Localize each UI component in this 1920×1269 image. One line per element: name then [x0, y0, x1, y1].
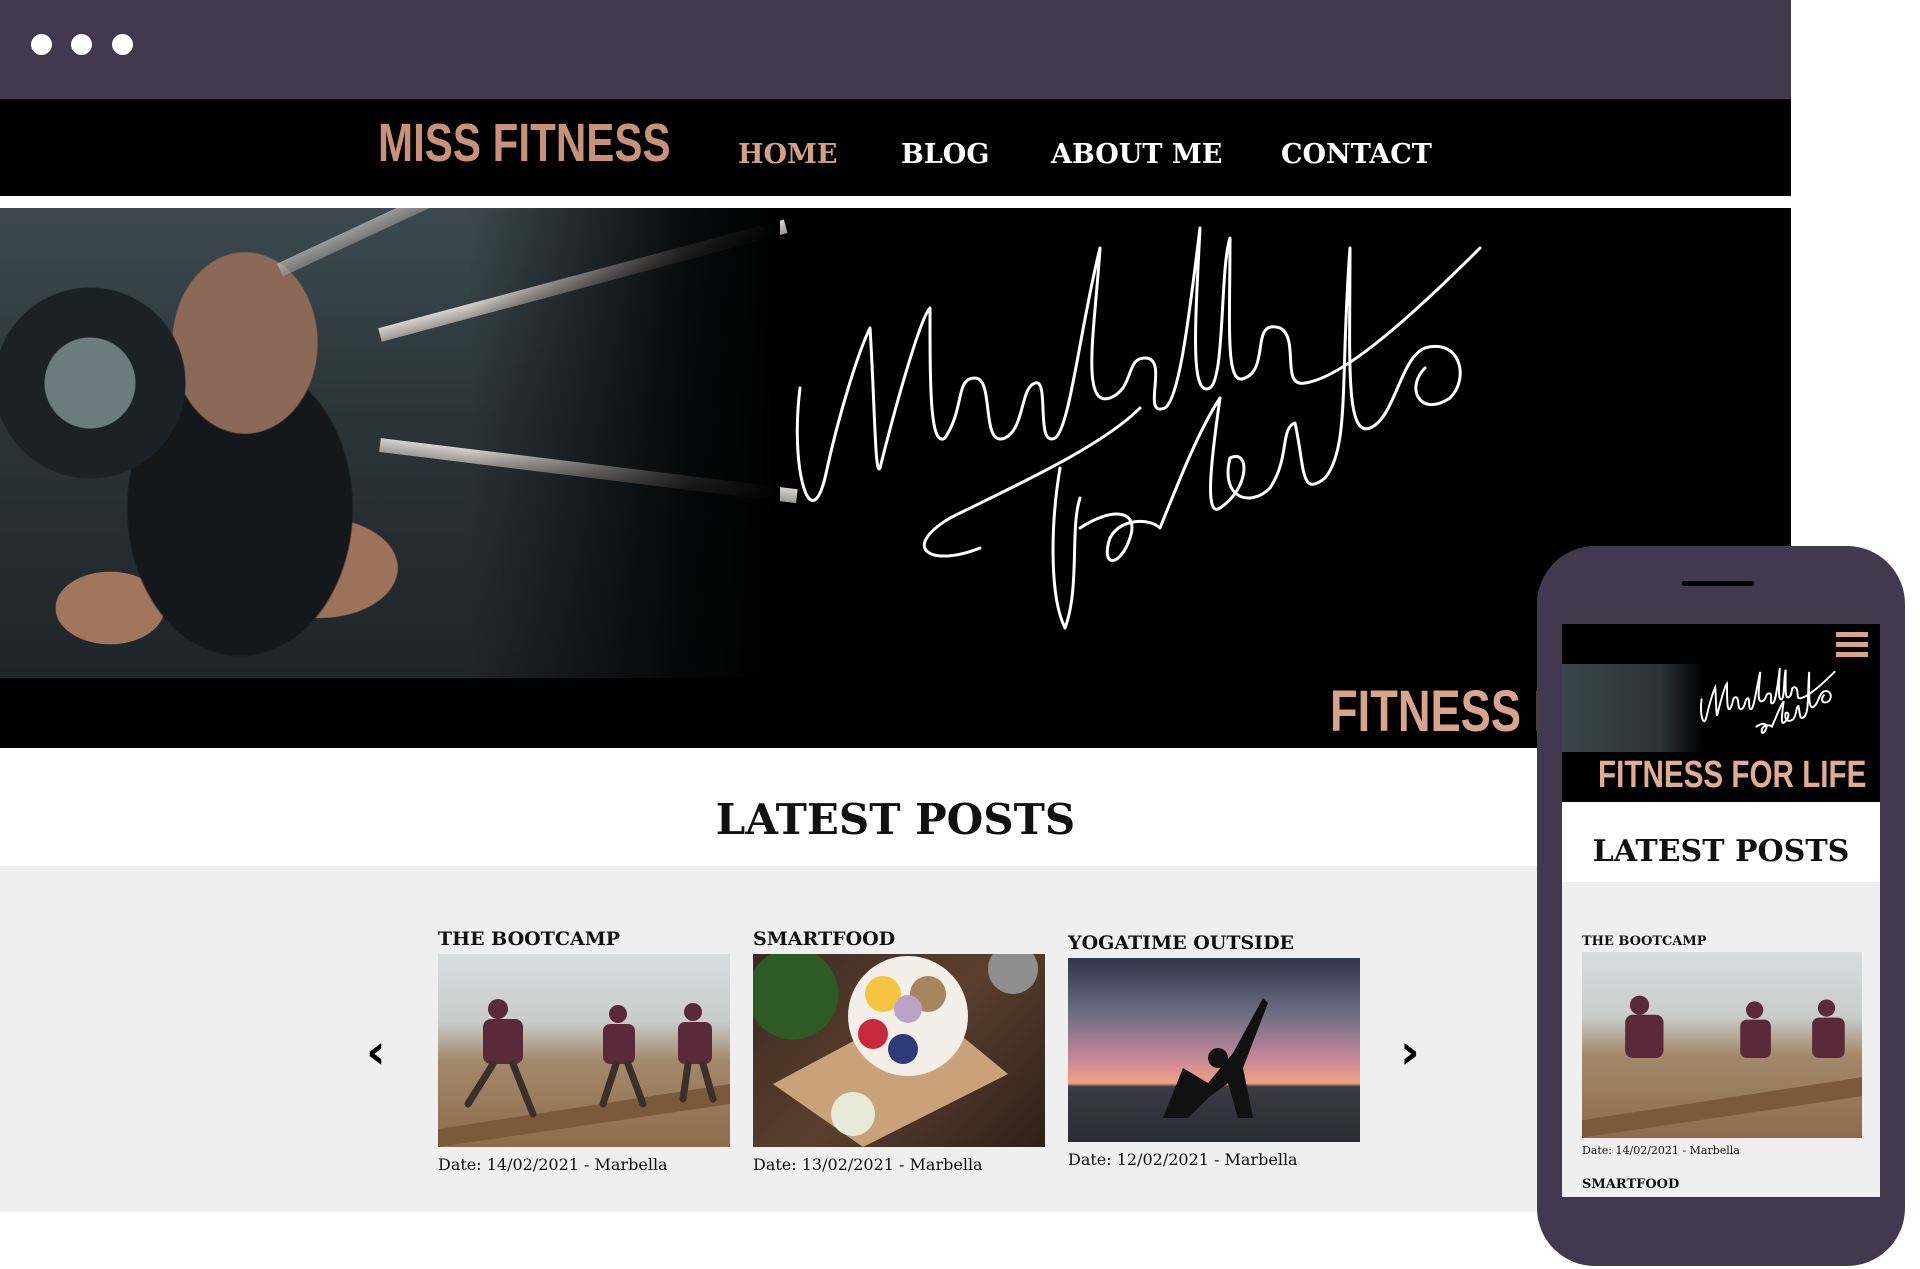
mobile-signature-logo	[1700, 667, 1836, 734]
post-card[interactable]: YOGATIME OUTSIDE Date: 12/02/2021 - Marb…	[1068, 932, 1360, 1169]
mobile-post-title[interactable]: SMARTFOOD	[1582, 1177, 1679, 1192]
window-close-dot[interactable]	[31, 34, 52, 55]
nav-blog[interactable]: BLOG	[901, 139, 989, 170]
hero-athlete-photo	[0, 208, 798, 678]
nav-home[interactable]: HOME	[738, 139, 838, 170]
nav-separator	[0, 196, 1791, 208]
post-card[interactable]: THE BOOTCAMP Date: 14/02/2021 - Marbella	[438, 928, 730, 1174]
mobile-hero-photo	[1562, 664, 1702, 752]
chevron-left-icon[interactable]: ‹	[366, 1024, 386, 1080]
window-minimize-dot[interactable]	[71, 34, 92, 55]
post-meta: Date: 13/02/2021 - Marbella	[753, 1155, 983, 1174]
browser-titlebar	[0, 0, 1791, 99]
hamburger-menu-icon[interactable]	[1836, 632, 1868, 660]
site-logo[interactable]: MISS FITNESS	[378, 112, 671, 174]
post-title[interactable]: YOGATIME OUTSIDE	[1068, 932, 1360, 954]
mobile-phone-mockup: FITNESS FOR LIFE LATEST POSTS THE BOOTCA…	[1537, 546, 1905, 1266]
post-card[interactable]: SMARTFOOD Date: 13/02/2021 - Marbella	[753, 928, 1045, 1174]
hero-banner: FITNESS F	[0, 208, 1791, 748]
mobile-post-title[interactable]: THE BOOTCAMP	[1582, 934, 1707, 949]
bootcamp-photo[interactable]	[438, 954, 730, 1147]
nav-contact[interactable]: CONTACT	[1281, 139, 1432, 170]
site-navbar	[0, 99, 1791, 196]
mobile-post-meta: Date: 14/02/2021 - Marbella	[1582, 1144, 1740, 1157]
chevron-right-icon[interactable]: ›	[1400, 1024, 1420, 1080]
post-title[interactable]: THE BOOTCAMP	[438, 928, 730, 950]
nav-about-me[interactable]: ABOUT ME	[1051, 139, 1222, 170]
desktop-browser-mockup: MISS FITNESS HOME BLOG ABOUT ME CONTACT …	[0, 0, 1791, 1269]
mobile-hero-tagline: FITNESS FOR LIFE	[1598, 754, 1867, 796]
yoga-photo[interactable]	[1068, 958, 1360, 1142]
post-meta: Date: 14/02/2021 - Marbella	[438, 1155, 668, 1174]
mobile-bootcamp-photo[interactable]	[1582, 952, 1862, 1138]
smartfood-photo[interactable]	[753, 954, 1045, 1147]
mobile-latest-posts-heading: LATEST POSTS	[1592, 834, 1850, 869]
posts-carousel: ‹ › THE BOOTCAMP Date: 14/02/2021 - Marb…	[0, 866, 1791, 1212]
mobile-hero-banner: FITNESS FOR LIFE	[1562, 624, 1880, 802]
signature-logo	[795, 226, 1482, 630]
post-title[interactable]: SMARTFOOD	[753, 928, 1045, 950]
hero-tagline: FITNESS F	[1330, 679, 1562, 744]
mobile-screen: FITNESS FOR LIFE LATEST POSTS THE BOOTCA…	[1562, 624, 1880, 1197]
window-maximize-dot[interactable]	[112, 34, 133, 55]
phone-speaker	[1682, 581, 1754, 586]
post-meta: Date: 12/02/2021 - Marbella	[1068, 1150, 1298, 1169]
latest-posts-heading: LATEST POSTS	[715, 795, 1076, 844]
